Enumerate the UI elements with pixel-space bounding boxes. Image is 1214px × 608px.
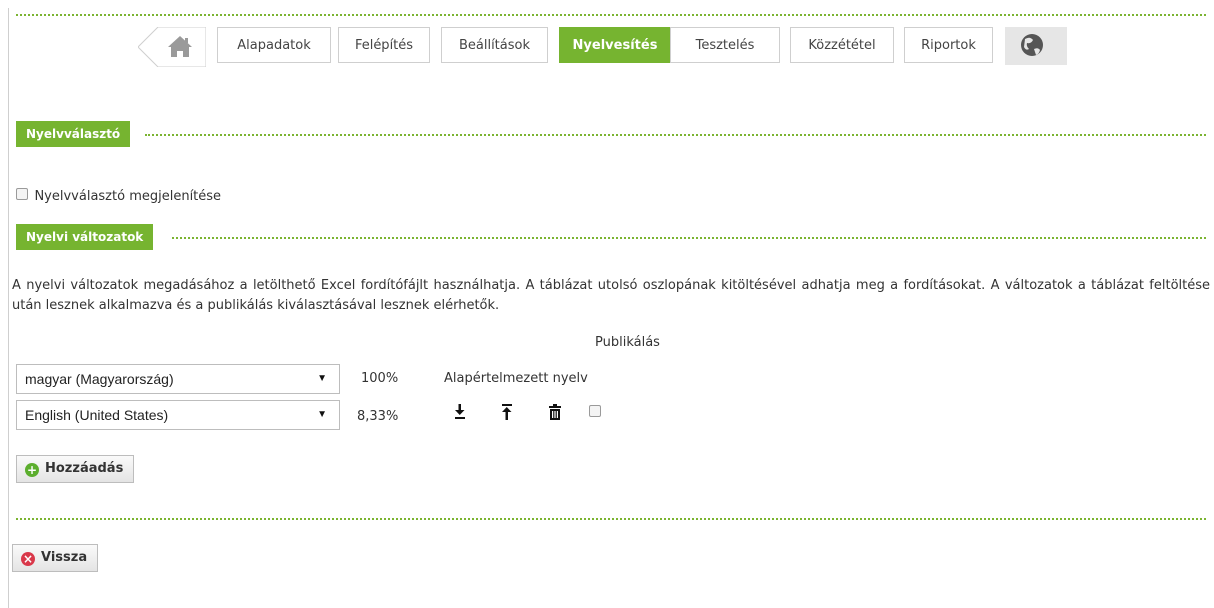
tab-teszteles[interactable]: Tesztelés: [670, 27, 780, 63]
show-language-selector-label: Nyelvválasztó megjelenítése: [34, 189, 222, 204]
top-divider: [16, 14, 1206, 16]
back-button[interactable]: × Vissza: [12, 544, 99, 572]
language-2-percent: 8,33%: [357, 409, 399, 424]
publish-checkbox-english[interactable]: [589, 405, 601, 417]
add-language-label: Hozzáadás: [45, 461, 124, 476]
close-icon: ×: [21, 552, 35, 566]
wizard-nav: Alapadatok Felépítés Beállítások Nyelves…: [0, 20, 1214, 70]
tab-alapadatok[interactable]: Alapadatok: [217, 27, 331, 63]
show-language-selector-row[interactable]: Nyelvválasztó megjelenítése: [16, 188, 221, 204]
language-select-1[interactable]: magyar (Magyarország) ▼: [16, 364, 340, 394]
download-button[interactable]: [452, 402, 468, 422]
tab-nyelvesites[interactable]: Nyelvesítés: [559, 27, 671, 63]
dropdown-arrow-icon: ▼: [317, 409, 327, 420]
plus-icon: +: [25, 463, 39, 477]
dropdown-arrow-icon: ▼: [317, 373, 327, 384]
globe-icon: [1021, 34, 1043, 56]
delete-button[interactable]: [547, 402, 563, 422]
language-select-1-value: magyar (Magyarország): [25, 371, 174, 387]
show-language-selector-checkbox[interactable]: [16, 188, 28, 200]
trash-icon: [549, 404, 561, 420]
language-select-2-value: English (United States): [25, 407, 169, 423]
tab-kozzetetel[interactable]: Közzététel: [790, 27, 894, 63]
description-text: A nyelvi változatok megadásához a letölt…: [12, 278, 1210, 313]
download-icon: [455, 404, 465, 419]
upload-icon: [502, 404, 512, 420]
section-header-nyelvi-valtozatok: Nyelvi változatok: [16, 224, 154, 250]
section2-divider: [172, 237, 1206, 239]
home-button[interactable]: [138, 27, 206, 67]
default-language-label: Alapértelmezett nyelv: [444, 371, 588, 386]
column-header-publikalas: Publikálás: [595, 335, 660, 350]
tab-felepites[interactable]: Felépítés: [338, 27, 430, 63]
section-header-nyelvvalaszto: Nyelvválasztó: [16, 121, 131, 147]
section1-divider: [145, 134, 1206, 136]
language-1-percent: 100%: [361, 371, 399, 386]
tab-riportok[interactable]: Riportok: [904, 27, 993, 63]
bottom-divider: [16, 518, 1206, 520]
add-language-button[interactable]: + Hozzáadás: [16, 455, 135, 483]
upload-button[interactable]: [499, 402, 515, 422]
language-globe-button[interactable]: [1005, 27, 1067, 65]
language-select-2[interactable]: English (United States) ▼: [16, 400, 340, 430]
back-label: Vissza: [41, 550, 88, 565]
tab-beallitasok[interactable]: Beállítások: [441, 27, 548, 63]
